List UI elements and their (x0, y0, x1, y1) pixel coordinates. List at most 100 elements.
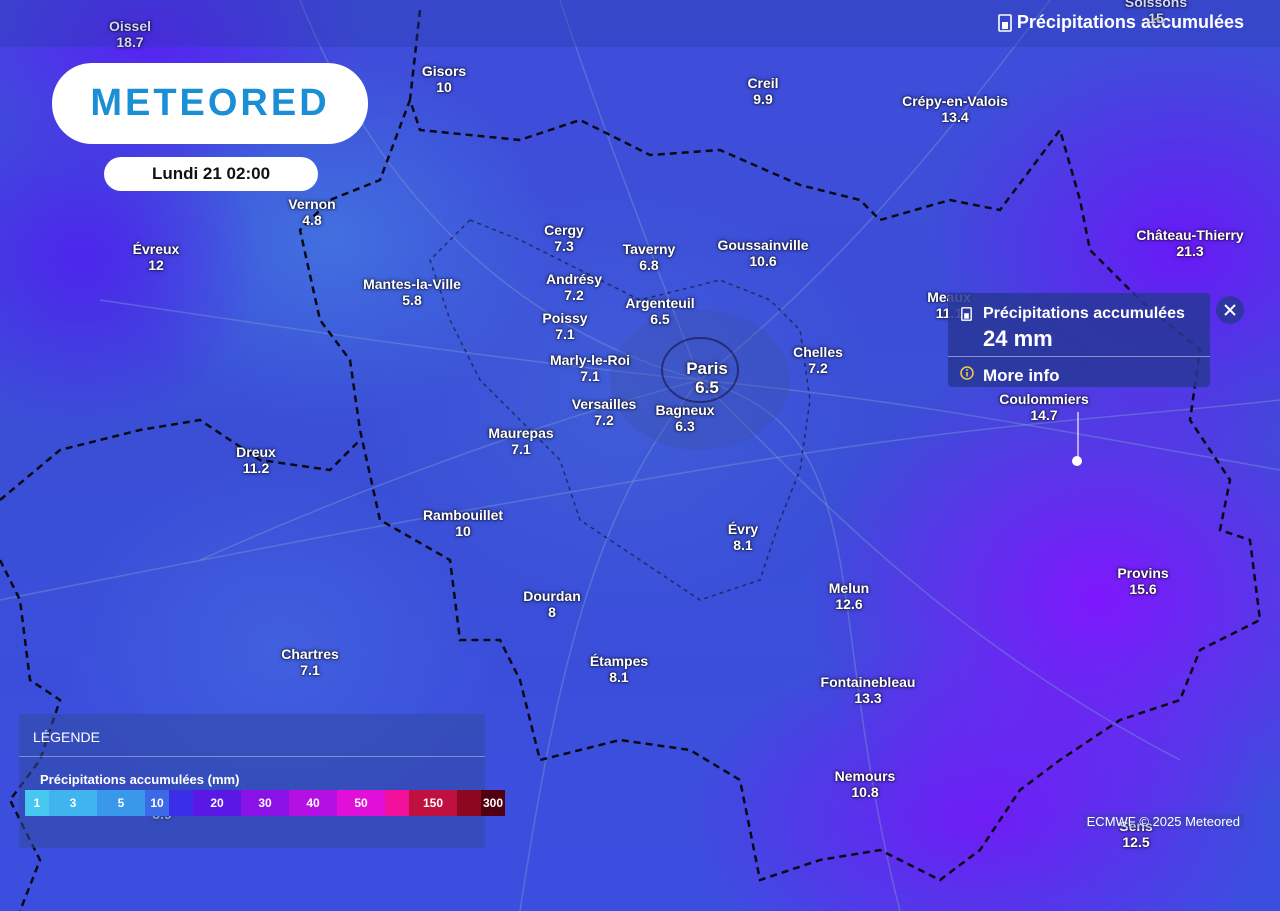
legend-color-swatch (457, 790, 481, 816)
city-label[interactable]: Marly-le-Roi 7.1 (550, 352, 630, 384)
info-icon (960, 366, 974, 380)
popup-value: 24 mm (983, 326, 1053, 351)
city-value: 6.5 (650, 311, 670, 327)
legend-color-swatch: 5 (97, 790, 145, 816)
city-label[interactable]: Évry 8.1 (728, 521, 758, 553)
legend-color-swatch (169, 790, 193, 816)
rain-gauge-icon (961, 307, 972, 321)
city-label[interactable]: Chartres 7.1 (281, 646, 339, 678)
attribution[interactable]: ECMWF © 2025 Meteored (1082, 814, 1244, 829)
city-label[interactable]: Paris 6.5 (686, 359, 728, 397)
city-label[interactable]: Dourdan 8 (523, 588, 581, 620)
city-name: Étampes (589, 653, 649, 669)
city-value: 10.6 (749, 253, 777, 269)
city-label[interactable]: Creil 9.9 (747, 75, 778, 107)
city-name: Soissons (1124, 0, 1188, 10)
city-label[interactable]: Château-Thierry 21.3 (1136, 227, 1243, 259)
info-popup: Précipitations accumulées 24 mm More inf… (948, 293, 1210, 387)
city-label[interactable]: Mantes-la-Ville 5.8 (363, 276, 461, 308)
city-value: 13.3 (854, 690, 882, 706)
legend-color-swatch: 20 (193, 790, 241, 816)
city-label[interactable]: Fontainebleau 13.3 (821, 674, 916, 706)
city-value: 6.3 (675, 418, 695, 434)
legend-color-swatch: 30 (241, 790, 289, 816)
legend-color-swatch: 40 (289, 790, 337, 816)
city-name: Gisors (421, 63, 467, 79)
legend-color-swatch (385, 790, 409, 816)
city-label[interactable]: Soissons 15 (1125, 0, 1187, 26)
legend-color-scale: 1 3 5 10 20 30 40 50 150 300 (25, 790, 505, 816)
city-value: 8.1 (609, 669, 629, 685)
legend-color-swatch: 150 (409, 790, 457, 816)
city-label[interactable]: Andrésy 7.2 (546, 271, 602, 303)
popup-divider (948, 356, 1210, 357)
city-label[interactable]: Nemours 10.8 (835, 768, 896, 800)
city-label[interactable]: Cergy 7.3 (544, 222, 584, 254)
city-label[interactable]: Goussainville 10.6 (717, 237, 808, 269)
location-marker[interactable] (1072, 456, 1082, 466)
city-label[interactable]: Poissy 7.1 (542, 310, 587, 342)
city-value: 9.9 (753, 91, 773, 107)
city-name: Andrésy (545, 271, 603, 287)
city-label[interactable]: Taverny 6.8 (623, 241, 676, 273)
city-value: 10 (436, 79, 452, 95)
city-name: Évreux (132, 241, 180, 257)
close-icon (1224, 304, 1236, 316)
legend-divider (19, 756, 485, 757)
city-value: 8.1 (733, 537, 753, 553)
department-boundary-west (0, 418, 361, 501)
legend-title[interactable]: LÉGENDE (33, 729, 100, 745)
legend-color-swatch: 3 (49, 790, 97, 816)
city-label[interactable]: Provins 15.6 (1117, 565, 1168, 597)
city-value: 6.5 (695, 378, 719, 397)
city-name: Marly-le-Roi (549, 352, 631, 368)
city-label[interactable]: Maurepas 7.1 (488, 425, 553, 457)
city-value: 11.2 (242, 460, 270, 476)
city-value: 10.8 (851, 784, 879, 800)
close-popup-button[interactable] (1216, 296, 1244, 324)
city-label[interactable]: Versailles 7.2 (572, 396, 637, 428)
city-name: Oissel (108, 18, 152, 34)
city-label[interactable]: Étampes 8.1 (590, 653, 648, 685)
date-selector[interactable]: Lundi 21 02:00 (104, 157, 318, 191)
city-value: 8 (548, 604, 556, 620)
more-info-link[interactable]: More info (983, 366, 1060, 386)
city-name: Fontainebleau (820, 674, 916, 690)
legend-panel[interactable]: LÉGENDE Précipitations accumulées (mm) 1… (19, 714, 505, 848)
city-name: Coulommiers (999, 391, 1089, 407)
meteored-logo[interactable]: METEORED (52, 63, 368, 144)
legend-subtitle: Précipitations accumulées (mm) (40, 772, 240, 787)
city-value: 21.3 (1176, 243, 1204, 259)
city-name: Évry (727, 521, 759, 537)
city-name: Crépy-en-Valois (902, 93, 1008, 109)
city-name: Château-Thierry (1136, 227, 1244, 243)
city-name: Poissy (542, 310, 588, 326)
city-name: Vernon (288, 196, 336, 212)
city-label[interactable]: Dreux 11.2 (236, 444, 276, 476)
city-label[interactable]: Coulommiers 14.7 (999, 391, 1088, 423)
city-label[interactable]: Oissel 18.7 (109, 18, 151, 50)
city-label[interactable]: Crépy-en-Valois 13.4 (902, 93, 1008, 125)
city-name: Mantes-la-Ville (363, 276, 461, 292)
legend-color-swatch: 300 (481, 790, 505, 816)
city-value: 7.1 (580, 368, 600, 384)
city-name: Melun (828, 580, 870, 596)
city-label[interactable]: Évreux 12 (133, 241, 180, 273)
city-value: 13.4 (941, 109, 969, 125)
city-name: Dreux (236, 444, 276, 460)
city-label[interactable]: Chelles 7.2 (793, 344, 843, 376)
city-name: Nemours (834, 768, 896, 784)
city-value: 15 (1148, 10, 1164, 26)
city-label[interactable]: Gisors 10 (422, 63, 466, 95)
city-value: 14.7 (1030, 407, 1058, 423)
city-label[interactable]: Bagneux 6.3 (655, 402, 714, 434)
city-value: 7.1 (555, 326, 575, 342)
city-label[interactable]: Rambouillet 10 (423, 507, 503, 539)
city-value: 10 (455, 523, 471, 539)
city-name: Paris (686, 359, 728, 378)
city-label[interactable]: Melun 12.6 (829, 580, 869, 612)
city-value: 7.1 (511, 441, 531, 457)
city-label[interactable]: Argenteuil 6.5 (625, 295, 694, 327)
legend-color-swatch: 50 (337, 790, 385, 816)
city-label[interactable]: Vernon 4.8 (288, 196, 335, 228)
